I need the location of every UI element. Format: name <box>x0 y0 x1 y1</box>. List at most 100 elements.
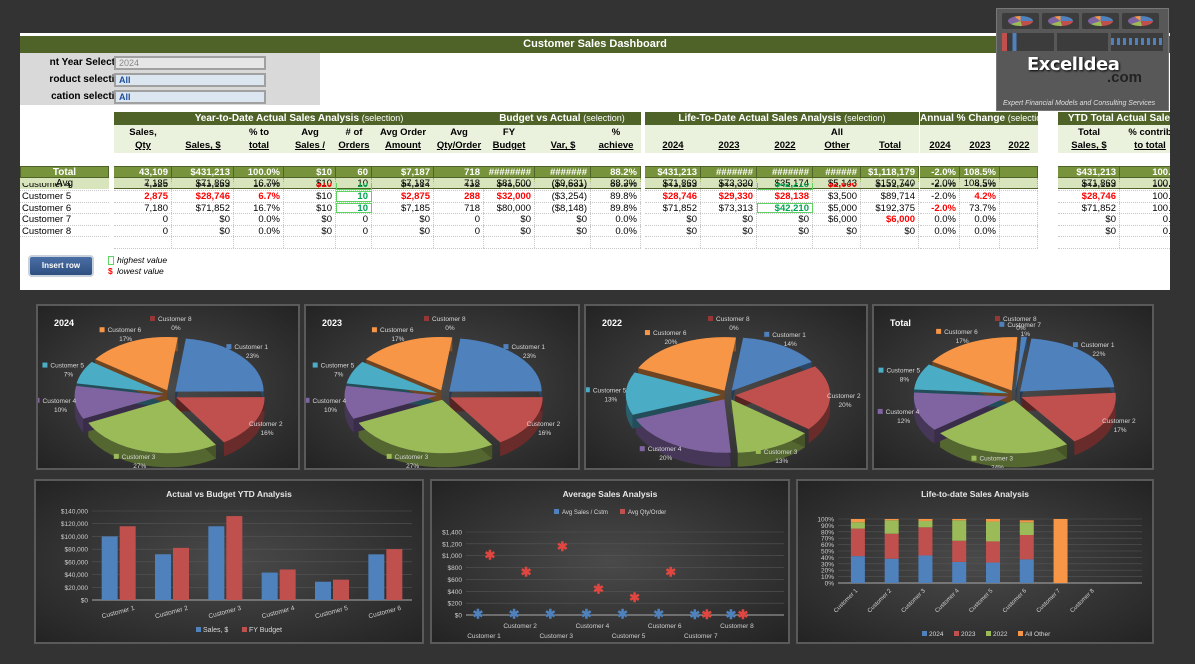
table-cell[interactable]: $29,330 <box>701 191 757 202</box>
table-cell[interactable] <box>1000 202 1038 213</box>
table-cell[interactable]: 0.0% <box>234 214 284 225</box>
table-cell[interactable]: $192,375 <box>861 202 919 213</box>
product-selection-dropdown[interactable]: All <box>114 73 266 87</box>
total-cell[interactable]: ####### <box>535 166 591 178</box>
table-cell[interactable]: $0 <box>861 225 919 236</box>
empty-cell[interactable] <box>813 237 861 248</box>
table-cell[interactable]: $5,000 <box>813 202 861 213</box>
table-cell[interactable]: $0 <box>535 214 591 225</box>
table-cell[interactable]: $0 <box>284 225 336 236</box>
table-cell[interactable]: $71,852 <box>172 202 234 213</box>
empty-cell[interactable] <box>535 237 591 248</box>
table-cell[interactable]: $43,133 <box>645 183 701 190</box>
table-cell[interactable]: 0 <box>114 214 172 225</box>
total-cell[interactable]: $431,213 <box>1058 166 1120 178</box>
table-cell[interactable]: $131,347 <box>861 183 919 190</box>
table-cell[interactable]: 10 <box>336 202 372 213</box>
table-cell[interactable]: 0.0 <box>1120 226 1170 236</box>
table-cell[interactable]: $0 <box>813 225 861 236</box>
table-cell[interactable]: $2,875 <box>372 191 434 202</box>
table-cell[interactable]: 10 <box>336 183 372 190</box>
table-cell[interactable]: $0 <box>757 225 813 236</box>
total-cell[interactable]: ###### <box>813 166 861 178</box>
table-cell[interactable]: 0.0% <box>920 225 960 236</box>
table-cell[interactable]: $7,185 <box>372 202 434 213</box>
table-cell[interactable]: $43,133 <box>172 183 234 190</box>
table-cell[interactable]: 4.3% <box>960 183 1000 190</box>
table-cell[interactable]: -2.0% <box>920 191 960 202</box>
empty-cell[interactable] <box>645 237 701 248</box>
empty-cell[interactable] <box>960 237 1000 248</box>
table-cell[interactable]: $3,500 <box>813 191 861 202</box>
table-cell[interactable]: ($3,254) <box>535 191 591 202</box>
table-cell[interactable]: $0 <box>372 225 434 236</box>
table-cell[interactable]: $71,852 <box>645 202 701 213</box>
year-selection-input[interactable]: 2024 <box>114 56 266 70</box>
empty-cell[interactable] <box>701 237 757 248</box>
table-cell[interactable]: -2.0% <box>920 183 960 190</box>
table-cell[interactable]: $44,004 <box>701 183 757 190</box>
table-cell[interactable]: $28,746 <box>1058 191 1120 202</box>
table-cell[interactable]: 0 <box>336 214 372 225</box>
table-cell[interactable]: 16.7% <box>234 202 284 213</box>
total-cell[interactable]: 100.0 <box>1120 166 1170 178</box>
table-cell[interactable]: 0 <box>336 225 372 236</box>
table-cell[interactable]: $43,133 <box>1058 183 1120 190</box>
table-cell[interactable]: 0 <box>434 225 484 236</box>
table-cell[interactable]: 0.0% <box>234 225 284 236</box>
table-cell[interactable]: $0 <box>645 225 701 236</box>
table-cell[interactable]: $2,000 <box>813 183 861 190</box>
total-cell[interactable]: 100.0% <box>234 166 284 178</box>
table-cell[interactable] <box>1000 191 1038 202</box>
table-cell[interactable]: 7,180 <box>114 202 172 213</box>
table-cell[interactable]: $0 <box>701 214 757 225</box>
table-cell[interactable]: 288 <box>434 191 484 202</box>
table-cell[interactable]: $71,852 <box>1058 202 1120 213</box>
empty-cell[interactable] <box>284 237 336 248</box>
table-cell[interactable]: 10 <box>336 191 372 202</box>
table-cell[interactable]: $10 <box>284 183 336 190</box>
table-cell[interactable]: ($4,863) <box>535 183 591 190</box>
table-cell[interactable]: $0 <box>284 214 336 225</box>
empty-cell[interactable] <box>114 237 172 248</box>
table-cell[interactable]: 0.0% <box>960 214 1000 225</box>
total-cell[interactable]: -2.0% <box>920 166 960 178</box>
table-cell[interactable]: $0 <box>535 225 591 236</box>
table-cell[interactable]: $0 <box>701 225 757 236</box>
table-cell[interactable]: $0 <box>483 225 535 236</box>
location-selection-dropdown[interactable]: All <box>114 90 266 104</box>
empty-cell[interactable] <box>234 237 284 248</box>
empty-cell[interactable] <box>1058 237 1120 248</box>
empty-cell[interactable] <box>861 237 919 248</box>
total-cell[interactable]: $431,213 <box>172 166 234 178</box>
table-cell[interactable]: 100.0 <box>1120 191 1170 201</box>
table-cell[interactable]: $0 <box>1058 214 1120 225</box>
total-cell[interactable]: 43,109 <box>114 166 172 178</box>
empty-cell[interactable] <box>336 237 372 248</box>
empty-cell[interactable] <box>372 237 434 248</box>
table-cell[interactable]: 10.0% <box>234 183 284 190</box>
table-cell[interactable]: $0 <box>172 214 234 225</box>
table-cell[interactable]: 2,875 <box>114 191 172 202</box>
empty-cell[interactable] <box>483 237 535 248</box>
total-cell[interactable]: $10 <box>284 166 336 178</box>
table-cell[interactable] <box>1000 214 1038 225</box>
table-cell[interactable]: $10 <box>284 191 336 202</box>
table-cell[interactable]: 73.7% <box>960 202 1000 213</box>
table-cell[interactable]: $0 <box>372 214 434 225</box>
empty-cell[interactable] <box>920 237 960 248</box>
table-cell[interactable]: $0 <box>172 225 234 236</box>
table-cell[interactable]: 4.2% <box>960 191 1000 202</box>
table-cell[interactable]: $42,210 <box>757 202 813 213</box>
table-cell[interactable]: $28,746 <box>645 191 701 202</box>
table-cell[interactable]: 0.0 <box>1120 214 1170 224</box>
total-cell[interactable]: $431,213 <box>645 166 701 178</box>
table-cell[interactable]: $10 <box>284 202 336 213</box>
total-cell[interactable]: 108.5% <box>960 166 1000 178</box>
table-cell[interactable]: $48,000 <box>483 183 535 190</box>
total-cell[interactable]: ######## <box>483 166 535 178</box>
insert-row-button[interactable]: Insert row <box>28 255 94 277</box>
empty-cell[interactable] <box>757 237 813 248</box>
table-cell[interactable]: $0 <box>483 214 535 225</box>
table-cell[interactable]: 100.0 <box>1120 203 1170 213</box>
